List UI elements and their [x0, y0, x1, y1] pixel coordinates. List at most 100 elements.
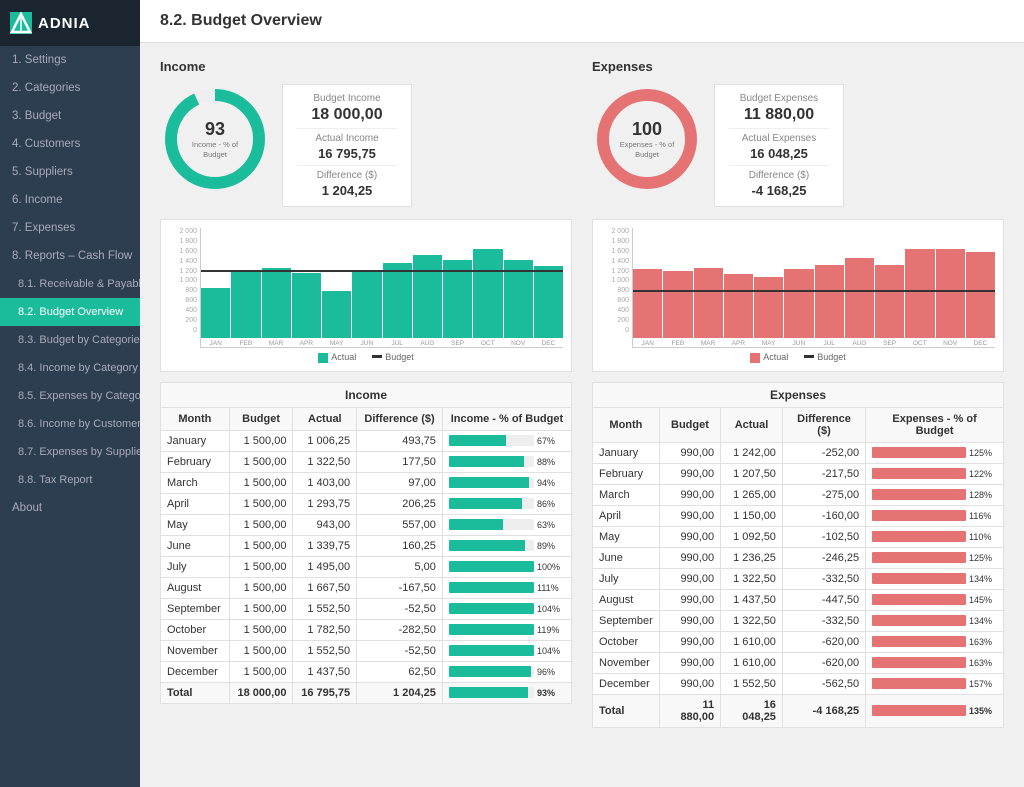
- pct-cell: 100%: [442, 556, 571, 577]
- sidebar-item-r84[interactable]: 8.4. Income by Category: [0, 354, 140, 382]
- budget-cell: 1 500,00: [229, 451, 293, 472]
- budget-cell: 1 500,00: [229, 556, 293, 577]
- expenses-budget-label: Budget Expenses: [729, 93, 829, 104]
- pct-cell: 134%: [866, 610, 1004, 631]
- actual-cell: 1 610,00: [721, 652, 783, 673]
- budget-cell: 1 500,00: [229, 535, 293, 556]
- month-cell: July: [161, 556, 230, 577]
- budget-cell: 990,00: [659, 673, 720, 694]
- diff-cell: -282,50: [357, 619, 443, 640]
- expenses-chart: 2 0001 8001 6001 4001 2001 0008006004002…: [592, 219, 1004, 372]
- sidebar-item-r82[interactable]: 8.2. Budget Overview: [0, 298, 140, 326]
- total-actual: 16 048,25: [721, 694, 783, 727]
- sidebar-item-r88[interactable]: 8.8. Tax Report: [0, 466, 140, 494]
- expenses-diff-label: Difference ($): [729, 170, 829, 181]
- pct-cell: 122%: [866, 463, 1004, 484]
- budget-cell: 990,00: [659, 484, 720, 505]
- income-diff-label: Difference ($): [297, 170, 397, 181]
- actual-cell: 1 092,50: [721, 526, 783, 547]
- pct-cell: 163%: [866, 631, 1004, 652]
- sidebar-item-suppliers[interactable]: 5. Suppliers: [0, 158, 140, 186]
- month-cell: January: [161, 430, 230, 451]
- total-pct: 135%: [866, 694, 1004, 727]
- actual-cell: 1 293,75: [293, 493, 357, 514]
- table-row: December1 500,001 437,5062,5096%: [161, 661, 572, 682]
- actual-cell: 1 552,50: [293, 640, 357, 661]
- two-col-layout: Income 93Income - % of Budget Budget Inc…: [160, 59, 1004, 728]
- budget-cell: 990,00: [659, 631, 720, 652]
- total-diff: -4 168,25: [782, 694, 865, 727]
- diff-cell: -562,50: [782, 673, 865, 694]
- income-table: IncomeMonthBudgetActualDifference ($)Inc…: [160, 382, 572, 704]
- pct-cell: 119%: [442, 619, 571, 640]
- total-budget: 11 880,00: [659, 694, 720, 727]
- income-budget-label: Budget Income: [297, 93, 397, 104]
- table-row: August1 500,001 667,50-167,50111%: [161, 577, 572, 598]
- expenses-kpi-row: 100Expenses - % of Budget Budget Expense…: [592, 84, 1004, 207]
- income-chart: 2 0001 8001 6001 4001 2001 0008006004002…: [160, 219, 572, 372]
- sidebar-item-r81[interactable]: 8.1. Receivable & Payable: [0, 270, 140, 298]
- page-title: 8.2. Budget Overview: [160, 12, 322, 29]
- diff-cell: -620,00: [782, 631, 865, 652]
- sidebar-item-r87[interactable]: 8.7. Expenses by Supplier: [0, 438, 140, 466]
- actual-cell: 943,00: [293, 514, 357, 535]
- budget-cell: 1 500,00: [229, 619, 293, 640]
- sidebar-item-about[interactable]: About: [0, 494, 140, 522]
- month-cell: August: [161, 577, 230, 598]
- sidebar-item-settings[interactable]: 1. Settings: [0, 46, 140, 74]
- actual-cell: 1 242,00: [721, 442, 783, 463]
- sidebar-item-categories[interactable]: 2. Categories: [0, 74, 140, 102]
- sidebar-item-income[interactable]: 6. Income: [0, 186, 140, 214]
- budget-cell: 990,00: [659, 505, 720, 526]
- expenses-kpi-stats: Budget Expenses 11 880,00 Actual Expense…: [714, 84, 844, 207]
- month-cell: October: [593, 631, 660, 652]
- sidebar-item-r85[interactable]: 8.5. Expenses by Category: [0, 382, 140, 410]
- table-row: March990,001 265,00-275,00128%: [593, 484, 1004, 505]
- sidebar-item-budget[interactable]: 3. Budget: [0, 102, 140, 130]
- total-actual: 16 795,75: [293, 682, 357, 703]
- pct-cell: 104%: [442, 640, 571, 661]
- diff-cell: -620,00: [782, 652, 865, 673]
- actual-cell: 1 207,50: [721, 463, 783, 484]
- table-row: June990,001 236,25-246,25125%: [593, 547, 1004, 568]
- month-cell: September: [593, 610, 660, 631]
- budget-cell: 990,00: [659, 589, 720, 610]
- pct-cell: 104%: [442, 598, 571, 619]
- actual-cell: 1 006,25: [293, 430, 357, 451]
- pct-cell: 163%: [866, 652, 1004, 673]
- sidebar-item-r83[interactable]: 8.3. Budget by Categories: [0, 326, 140, 354]
- budget-cell: 1 500,00: [229, 577, 293, 598]
- actual-cell: 1 552,50: [293, 598, 357, 619]
- income-kpi-stats: Budget Income 18 000,00 Actual Income 16…: [282, 84, 412, 207]
- pct-cell: 89%: [442, 535, 571, 556]
- expenses-actual-label: Actual Expenses: [729, 133, 829, 144]
- budget-cell: 990,00: [659, 463, 720, 484]
- actual-cell: 1 552,50: [721, 673, 783, 694]
- pct-cell: 128%: [866, 484, 1004, 505]
- budget-cell: 990,00: [659, 568, 720, 589]
- month-cell: July: [593, 568, 660, 589]
- sidebar-item-expenses[interactable]: 7. Expenses: [0, 214, 140, 242]
- sidebar-item-reports[interactable]: 8. Reports – Cash Flow: [0, 242, 140, 270]
- diff-cell: -332,50: [782, 610, 865, 631]
- sidebar: ADNIA 1. Settings2. Categories3. Budget4…: [0, 0, 140, 787]
- table-row: October990,001 610,00-620,00163%: [593, 631, 1004, 652]
- budget-cell: 990,00: [659, 610, 720, 631]
- sidebar-item-r86[interactable]: 8.6. Income by Customer: [0, 410, 140, 438]
- pct-cell: 116%: [866, 505, 1004, 526]
- budget-cell: 1 500,00: [229, 661, 293, 682]
- actual-cell: 1 437,50: [293, 661, 357, 682]
- pct-cell: 94%: [442, 472, 571, 493]
- sidebar-item-customers[interactable]: 4. Customers: [0, 130, 140, 158]
- income-diff-value: 1 204,25: [297, 183, 397, 198]
- total-label: Total: [161, 682, 230, 703]
- logo-text: ADNIA: [38, 15, 91, 32]
- budget-cell: 1 500,00: [229, 598, 293, 619]
- month-cell: April: [161, 493, 230, 514]
- month-cell: March: [161, 472, 230, 493]
- month-cell: March: [593, 484, 660, 505]
- diff-cell: 177,50: [357, 451, 443, 472]
- month-cell: September: [161, 598, 230, 619]
- total-row: Total18 000,0016 795,751 204,2593%: [161, 682, 572, 703]
- month-cell: May: [593, 526, 660, 547]
